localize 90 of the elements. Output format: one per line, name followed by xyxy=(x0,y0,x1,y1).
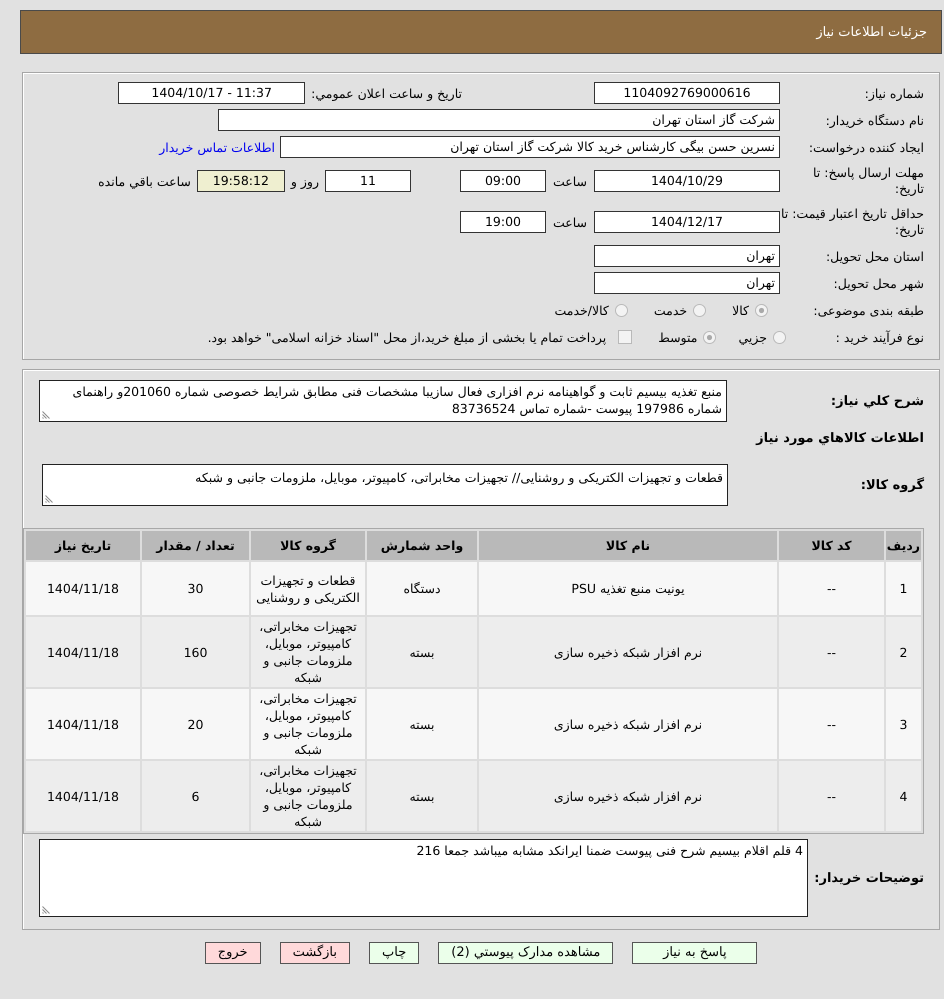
radio-button[interactable] xyxy=(693,304,706,316)
table-cell: تجهیزات مخابراتی، کامپیوتر، موبایل، ملزومات جانبی و شبکه xyxy=(251,689,365,759)
field-label: طبقه بندی موضوعی: xyxy=(812,302,924,318)
description-field[interactable]: منبع تغذیه بیسیم ثابت و گواهینامه نرم افزاری فعال سازیبا مشخصات فنی مطابق شرایط خصوصی شماره 201060و راهنمای شماره 197986 پیوست -شماره تماس 83736524 xyxy=(39,380,727,422)
table-cell: 2 xyxy=(886,617,921,687)
table-cell: دستگاه xyxy=(367,562,477,615)
column-header: گروه کالا xyxy=(251,531,365,560)
field-label: شهر محل تحویل: xyxy=(832,276,924,290)
days-field[interactable]: 11 xyxy=(324,170,411,192)
validity-date-field[interactable]: 1404/12/17 xyxy=(594,211,780,233)
field-label: گروه کالا: xyxy=(860,478,924,492)
resize-grip-icon[interactable] xyxy=(42,906,50,914)
table-cell: -- xyxy=(779,689,884,759)
table-cell: قطعات و تجهیزات الکتریکی و روشنایی xyxy=(251,562,365,615)
deadline-time-field[interactable]: 09:00 xyxy=(460,170,546,192)
page-title: جزئیات اطلاعات نیاز xyxy=(816,24,927,40)
table-cell: 20 xyxy=(142,689,249,759)
table-cell: 6 xyxy=(142,761,249,831)
column-header: ردیف xyxy=(886,531,921,560)
field-label: حداقل تاریخ اعتبار قیمت: تا تاریخ: xyxy=(780,206,924,238)
checkbox-label: پرداخت تمام یا بخشی از مبلغ خرید،از محل "اسناد خزانه اسلامی" خواهد بود. xyxy=(208,330,606,344)
radio-label: جزيي xyxy=(738,330,767,344)
days-label: روز و xyxy=(290,174,319,188)
table-cell: تجهیزات مخابراتی، کامپیوتر، موبایل، ملزومات جانبی و شبکه xyxy=(251,761,365,831)
field-label: نام دستگاه خریدار: xyxy=(824,112,924,128)
column-header: واحد شمارش xyxy=(367,531,477,560)
column-header: تعداد / مقدار xyxy=(142,531,249,560)
table-cell: بسته xyxy=(367,617,477,687)
table-cell: 1404/11/18 xyxy=(26,689,140,759)
column-header: کد کالا xyxy=(779,531,884,560)
field-label: نوع فرآیند خرید : xyxy=(834,330,924,344)
buyer-organization-field[interactable]: شرکت گاز استان تهران xyxy=(218,109,780,131)
time-label: ساعت xyxy=(552,174,587,188)
field-label: شماره نیاز: xyxy=(864,86,924,100)
table-cell: -- xyxy=(779,761,884,831)
radio-button[interactable] xyxy=(614,304,628,316)
table-cell: -- xyxy=(779,562,884,615)
table-cell: 160 xyxy=(142,617,249,687)
delivery-city-field[interactable]: تهران xyxy=(594,272,780,294)
section-heading: اطلاعات کالاهاي مورد نیاز xyxy=(754,431,924,446)
action-button[interactable]: پاسخ به نیاز xyxy=(632,942,758,964)
resize-grip-icon[interactable] xyxy=(42,411,50,419)
resize-grip-icon[interactable] xyxy=(45,495,53,503)
action-button[interactable]: بازگشت xyxy=(280,942,350,964)
buyer-notes-field[interactable]: 4 قلم اقلام بیسیم شرح فنی پیوست ضمنا ایرانکد مشابه میباشد جمعا 216 xyxy=(39,839,808,917)
action-button[interactable]: خروج xyxy=(204,942,261,964)
action-button[interactable]: چاپ xyxy=(369,942,420,964)
table-cell: 1 xyxy=(886,562,921,615)
column-header: تاریخ نیاز xyxy=(26,531,140,560)
table-cell: 1404/11/18 xyxy=(26,617,140,687)
action-button[interactable]: مشاهده مدارک پیوستي (2) xyxy=(438,942,614,964)
table-cell: نرم افزار شبکه ذخیره سازی xyxy=(479,617,777,687)
field-label: مهلت ارسال پاسخ: تا تاریخ: xyxy=(812,165,924,197)
radio-label: کالا xyxy=(732,302,749,318)
validity-time-field[interactable]: 19:00 xyxy=(460,211,546,233)
deadline-date-field[interactable]: 1404/10/29 xyxy=(594,170,780,192)
table-cell: بسته xyxy=(367,761,477,831)
table-cell: 30 xyxy=(142,562,249,615)
field-label: استان محل تحویل: xyxy=(824,248,924,264)
announcement-date-field[interactable]: 1404/10/17 - 11:37 xyxy=(118,82,306,104)
table-cell: نرم افزار شبکه ذخیره سازی xyxy=(479,689,777,759)
table-cell: 1404/11/18 xyxy=(26,761,140,831)
time-label: ساعت xyxy=(552,214,587,230)
checkbox[interactable] xyxy=(618,330,632,344)
delivery-province-field[interactable]: تهران xyxy=(594,245,780,267)
radio-button[interactable] xyxy=(755,304,768,316)
field-label: تاريخ و ساعت اعلان عمومي: xyxy=(311,86,462,100)
remaining-time-label: ساعت باقي مانده xyxy=(98,174,191,188)
table-cell: 4 xyxy=(886,761,921,831)
buyer-contact-link[interactable]: اطلاعات تماس خریدار xyxy=(159,140,275,154)
field-label: شرح کلي نیاز: xyxy=(830,394,924,408)
table-cell: تجهیزات مخابراتی، کامپیوتر، موبایل، ملزومات جانبی و شبکه xyxy=(251,617,365,687)
radio-button[interactable] xyxy=(703,330,716,344)
table-cell: یونیت منبع تغذیه PSU xyxy=(479,562,777,615)
table-cell: 1404/11/18 xyxy=(26,562,140,615)
field-label: ایجاد کننده درخواست: xyxy=(808,140,924,154)
remaining-time-field[interactable]: 19:58:12 xyxy=(196,170,285,192)
table-cell: نرم افزار شبکه ذخیره سازی xyxy=(479,761,777,831)
radio-label: متوسط xyxy=(658,330,698,344)
need-number-field[interactable]: 1104092769000616 xyxy=(594,82,780,104)
table-cell: بسته xyxy=(367,689,477,759)
table-cell: 3 xyxy=(886,689,921,759)
radio-label: کالا/خدمت xyxy=(554,302,609,318)
goods-group-field[interactable]: قطعات و تجهیزات الکتریکی و روشنایی// تجهیزات مخابراتی، کامپیوتر، موبایل، ملزومات جانبی و شبکه xyxy=(42,464,728,506)
table-cell: -- xyxy=(779,617,884,687)
column-header: نام کالا xyxy=(479,531,777,560)
field-label: توضیحات خریدار: xyxy=(813,870,924,886)
radio-label: خدمت xyxy=(654,302,688,318)
radio-button[interactable] xyxy=(773,330,786,344)
requester-field[interactable]: نسرین حسن بیگی کارشناس خرید کالا شرکت گاز استان تهران xyxy=(280,136,780,158)
